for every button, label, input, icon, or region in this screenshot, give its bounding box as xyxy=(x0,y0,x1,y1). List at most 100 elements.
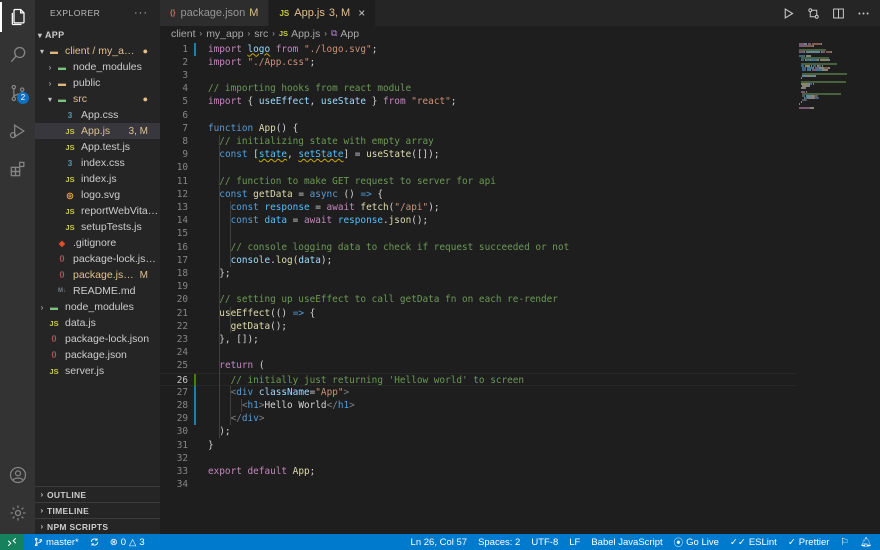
code-line[interactable]: 34 xyxy=(160,478,797,491)
tree-item[interactable]: JS index.js xyxy=(35,171,160,187)
code-line[interactable]: 16 // console logging data to check if r… xyxy=(160,241,797,254)
code-line[interactable]: 4 // importing hooks from react module xyxy=(160,82,797,95)
language-mode[interactable]: Babel JavaScript xyxy=(591,537,662,548)
code-line[interactable]: 20 // setting up useEffect to call getDa… xyxy=(160,293,797,306)
code-line[interactable]: 15 xyxy=(160,227,797,240)
code-line[interactable]: 11 // function to make GET request to se… xyxy=(160,175,797,188)
tree-item[interactable]: ▾ ▬ client / my_a… ● xyxy=(35,43,160,59)
tree-item[interactable]: JS App.js 3, M xyxy=(35,123,160,139)
tree-item[interactable]: ◆ .gitignore xyxy=(35,235,160,251)
tree-item[interactable]: M↓ README.md xyxy=(35,283,160,299)
code-line[interactable]: 13 const response = await fetch("/api"); xyxy=(160,201,797,214)
tree-item[interactable]: › ▬ node_modules xyxy=(35,59,160,75)
code-line[interactable]: 17 console.log(data); xyxy=(160,254,797,267)
code-editor[interactable]: 1 import logo from "./logo.svg"; 2 import "… xyxy=(160,41,797,534)
breadcrumb-item[interactable]: src xyxy=(254,28,268,40)
compare-changes-icon[interactable] xyxy=(807,7,820,20)
tree-item[interactable]: ▾ ▬ src ● xyxy=(35,91,160,107)
code-line[interactable]: 26 // initially just returning 'Hellow w… xyxy=(160,372,797,387)
sync-icon xyxy=(90,538,98,546)
problems-indicator[interactable]: ⊗ 0 △ 3 xyxy=(110,537,145,548)
code-line[interactable]: 25 return ( xyxy=(160,359,797,372)
code-line[interactable]: 19 xyxy=(160,280,797,293)
npm-scripts-section[interactable]: › NPM SCRIPTS xyxy=(35,518,160,534)
cursor-position[interactable]: Ln 26, Col 57 xyxy=(411,537,468,548)
accounts-icon[interactable] xyxy=(0,460,35,490)
code-line[interactable]: 31} xyxy=(160,439,797,452)
run-debug-icon[interactable] xyxy=(0,116,35,146)
run-icon[interactable] xyxy=(782,7,795,20)
tree-item[interactable]: ◎ logo.svg xyxy=(35,187,160,203)
eslint-button[interactable]: ✓✓ ESLint xyxy=(730,537,777,548)
code-line[interactable]: 22 getData(); xyxy=(160,320,797,333)
code-line[interactable]: 29 </div> xyxy=(160,412,797,426)
prettier-button[interactable]: ✓ Prettier xyxy=(788,537,830,548)
code-token: from xyxy=(383,96,412,108)
code-line[interactable]: 5 import { useEffect, useState } from "re… xyxy=(160,95,797,108)
tree-item[interactable]: › ▬ node_modules xyxy=(35,299,160,315)
source-control-icon[interactable]: 2 xyxy=(0,78,35,108)
tree-item[interactable]: › ▬ public xyxy=(35,75,160,91)
code-line[interactable]: 23 }, []); xyxy=(160,333,797,346)
tree-item[interactable]: {} package-lock.json xyxy=(35,331,160,347)
breadcrumb-item[interactable]: App xyxy=(340,28,359,40)
outline-section[interactable]: › OUTLINE xyxy=(35,486,160,502)
tree-item[interactable]: {} package.js… M xyxy=(35,267,160,283)
extensions-icon[interactable] xyxy=(0,154,35,184)
split-editor-icon[interactable] xyxy=(832,7,845,20)
code-line[interactable]: 32 xyxy=(160,452,797,465)
indentation[interactable]: Spaces: 2 xyxy=(478,537,520,548)
tree-item[interactable]: JS setupTests.js xyxy=(35,219,160,235)
tree-item[interactable]: JS App.test.js xyxy=(35,139,160,155)
tab-app-js[interactable]: JS App.js 3, M × xyxy=(269,0,377,26)
sync-button[interactable] xyxy=(89,537,100,547)
chevron-right-icon: › xyxy=(199,29,203,38)
settings-gear-icon[interactable] xyxy=(0,498,35,528)
workspace-root[interactable]: ▾ APP xyxy=(35,27,160,43)
breadcrumb-item[interactable]: client xyxy=(171,28,196,40)
code-line[interactable]: 3 xyxy=(160,69,797,82)
notifications-bell-icon[interactable]: 🔔︎ xyxy=(860,537,872,548)
explorer-icon[interactable] xyxy=(0,2,35,32)
tree-item[interactable]: 3 index.css xyxy=(35,155,160,171)
code-line[interactable]: 21 useEffect(() => { xyxy=(160,307,797,320)
code-line[interactable]: 33 export default App; xyxy=(160,465,797,478)
code-line[interactable]: 30 ); xyxy=(160,425,797,438)
more-actions-icon[interactable] xyxy=(857,7,870,20)
code-line[interactable]: 1 import logo from "./logo.svg"; xyxy=(160,42,797,56)
go-live-button[interactable]: ⦿ Go Live xyxy=(674,535,719,550)
minimap[interactable] xyxy=(797,41,880,534)
code-line[interactable]: 7 function App() { xyxy=(160,122,797,135)
close-icon[interactable]: × xyxy=(358,6,365,20)
line-number: 27 xyxy=(176,386,188,398)
code-line[interactable]: 27 <div className="App"> xyxy=(160,385,797,399)
code-line[interactable]: 6 xyxy=(160,109,797,122)
feedback-icon[interactable]: ⚐ xyxy=(840,537,849,548)
branch-indicator[interactable]: master* xyxy=(34,537,79,548)
code-line[interactable]: 2 import "./App.css"; xyxy=(160,56,797,69)
code-line[interactable]: 28 <h1>Hello World</h1> xyxy=(160,398,797,413)
tree-item[interactable]: {} package-lock.js… xyxy=(35,251,160,267)
tab-package-json[interactable]: {} package.json M xyxy=(160,0,270,26)
code-line[interactable]: 18 }; xyxy=(160,267,797,280)
more-actions-icon[interactable]: ··· xyxy=(134,7,148,19)
tree-item[interactable]: JS data.js xyxy=(35,315,160,331)
code-line[interactable]: 24 xyxy=(160,346,797,359)
code-line[interactable]: 14 const data = await response.json(); xyxy=(160,214,797,227)
code-line[interactable]: 9 const [state, setState] = useState([])… xyxy=(160,148,797,161)
tree-item[interactable]: JS server.js xyxy=(35,363,160,379)
code-line[interactable]: 8 // initializing state with empty array xyxy=(160,135,797,148)
encoding[interactable]: UTF-8 xyxy=(531,537,558,548)
tree-item[interactable]: 3 App.css xyxy=(35,107,160,123)
code-line[interactable]: 12 const getData = async () => { xyxy=(160,188,797,201)
code-token: ; xyxy=(450,96,457,108)
line-ending[interactable]: LF xyxy=(569,537,580,548)
breadcrumb-item[interactable]: my_app xyxy=(206,28,243,40)
tree-item[interactable]: {} package.json xyxy=(35,347,160,363)
code-line[interactable]: 10 xyxy=(160,161,797,174)
timeline-section[interactable]: › TIMELINE xyxy=(35,502,160,518)
remote-icon[interactable] xyxy=(0,534,24,550)
breadcrumb-item[interactable]: App.js xyxy=(291,28,320,40)
tree-item[interactable]: JS reportWebVita… xyxy=(35,203,160,219)
search-icon[interactable] xyxy=(0,40,35,70)
